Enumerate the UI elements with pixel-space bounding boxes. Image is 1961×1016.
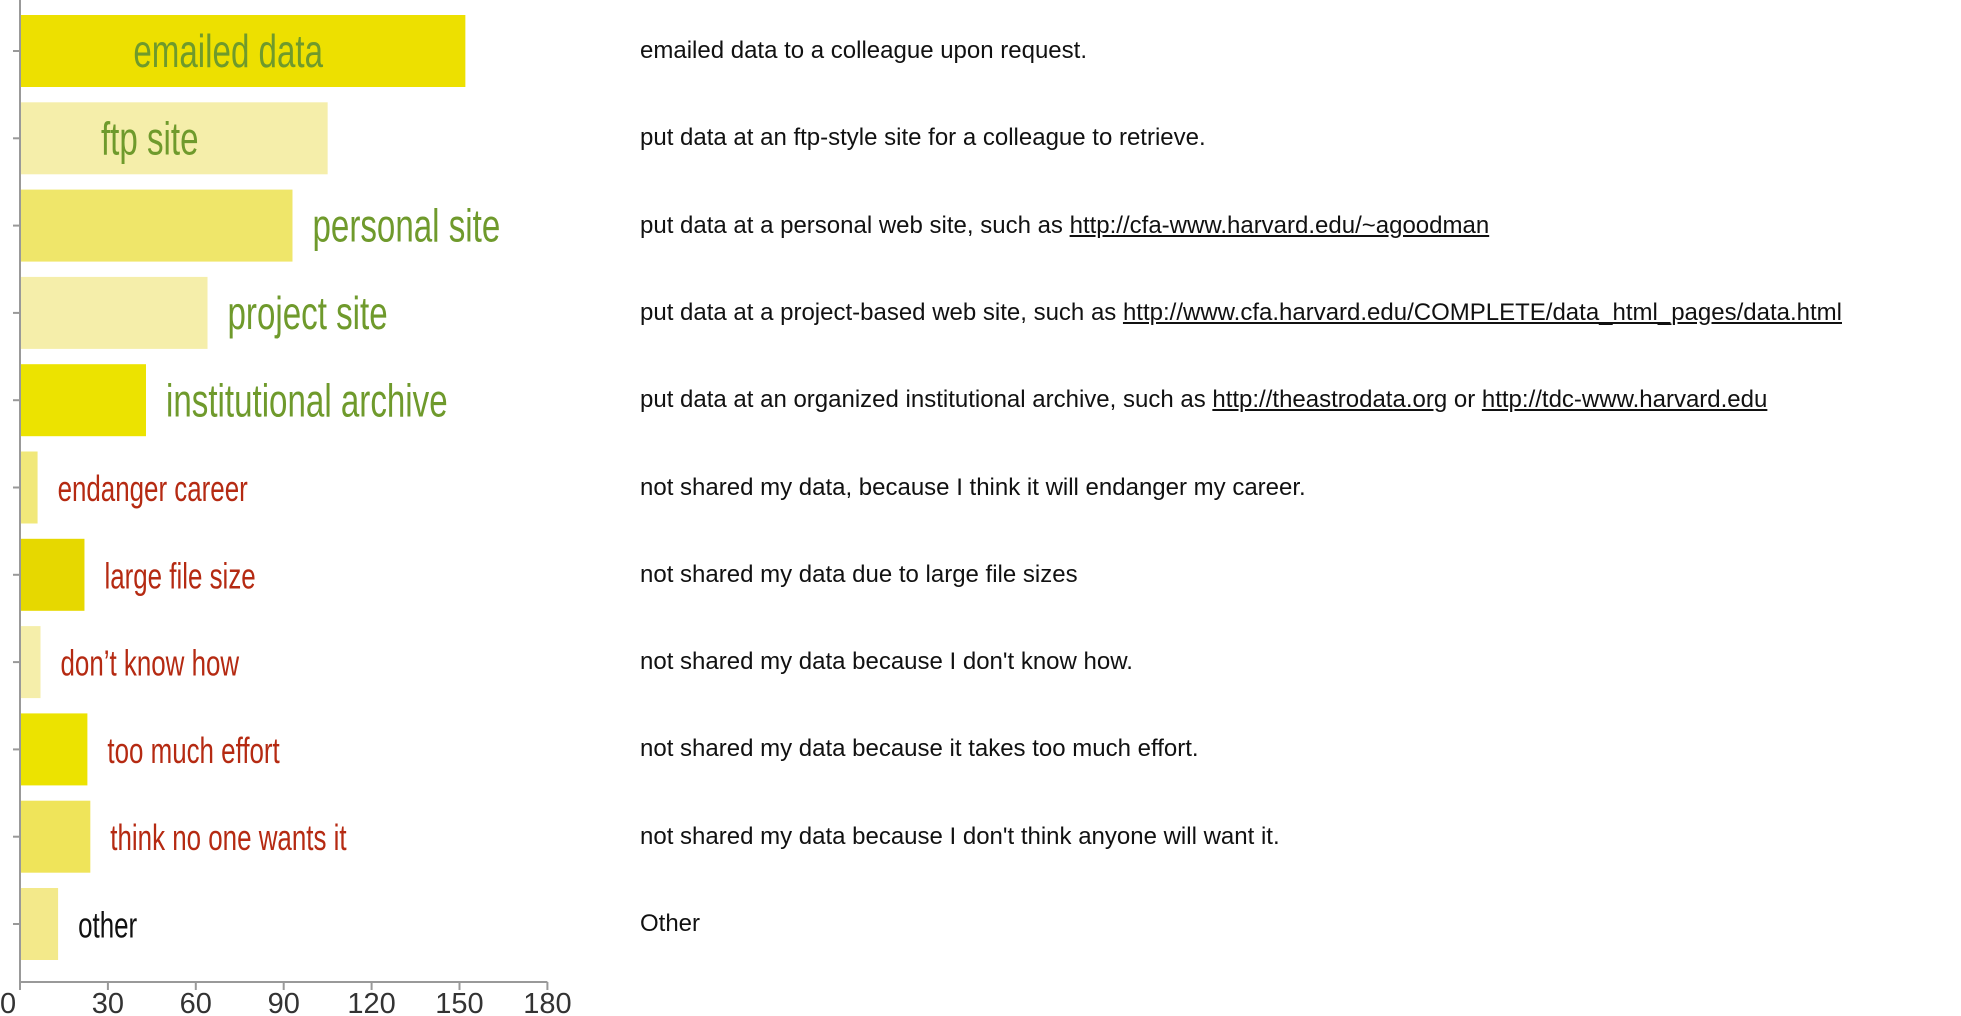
- x-tick-label-3: 90: [268, 988, 300, 1016]
- description-row-6: not shared my data due to large file siz…: [640, 560, 1078, 590]
- bar-5: [20, 451, 38, 524]
- x-tick-label-6: 180: [523, 988, 571, 1016]
- description-text: put data at a personal web site, such as: [640, 211, 1070, 239]
- bar-label-5: endanger career: [58, 469, 248, 509]
- description-text: not shared my data due to large file siz…: [640, 560, 1078, 588]
- description-text: emailed data to a colleague upon request…: [640, 37, 1087, 64]
- description-row-3: put data at a project-based web site, su…: [640, 298, 1842, 328]
- bar-10: [20, 888, 59, 960]
- bar-9: [20, 800, 91, 873]
- bar-label-2: personal site: [312, 202, 500, 252]
- description-row-4: put data at an organized institutional a…: [640, 385, 1767, 415]
- bar-label-7: don’t know how: [61, 643, 240, 683]
- description-row-7: not shared my data because I don't know …: [640, 647, 1133, 677]
- bar-6: [20, 538, 85, 611]
- description-text: not shared my data, because I think it w…: [640, 473, 1306, 501]
- description-row-5: not shared my data, because I think it w…: [640, 473, 1306, 503]
- bar-label-10: other: [78, 905, 137, 945]
- bar-chart: emailed data ftp site personal site project…: [0, 0, 572, 1016]
- bar-label-9: think no one wants it: [110, 818, 346, 858]
- description-row-2: put data at a personal web site, such as…: [640, 211, 1489, 241]
- description-text: not shared my data because it takes too …: [640, 735, 1199, 763]
- x-tick-label-2: 60: [180, 988, 212, 1016]
- description-conjunction: or: [1447, 386, 1482, 414]
- description-row-1: put data at an ftp-style site for a coll…: [640, 123, 1206, 153]
- x-tick-label-1: 30: [92, 988, 124, 1016]
- description-link[interactable]: http://www.cfa.harvard.edu/COMPLETE/data…: [1123, 299, 1842, 326]
- description-text: Other: [640, 910, 701, 937]
- description-text: not shared my data because I don't know …: [640, 648, 1133, 676]
- x-tick-label-4: 120: [347, 988, 395, 1016]
- description-text: put data at an organized institutional a…: [640, 386, 1213, 414]
- bar-2: [20, 189, 293, 262]
- description-row-10: Other: [640, 909, 700, 939]
- bar-4: [20, 364, 146, 437]
- description-text: put data at an ftp-style site for a coll…: [640, 124, 1206, 152]
- bar-label-8: too much effort: [107, 731, 280, 771]
- description-text: not shared my data because I don't think…: [640, 822, 1280, 850]
- bar-label-6: large file size: [104, 556, 255, 596]
- tick-labels-layer: 0 30 60 90 120 150 180: [0, 988, 572, 1016]
- x-tick-label-5: 150: [435, 988, 483, 1016]
- bar-label-4: institutional archive: [166, 376, 448, 426]
- description-row-8: not shared my data because it takes too …: [640, 734, 1199, 764]
- description-link-secondary[interactable]: http://tdc-www.harvard.edu: [1482, 386, 1767, 413]
- bar-label-0: emailed data: [133, 27, 323, 77]
- description-text: put data at a project-based web site, su…: [640, 298, 1123, 326]
- description-link[interactable]: http://theastrodata.org: [1212, 386, 1447, 413]
- description-row-9: not shared my data because I don't think…: [640, 822, 1280, 852]
- x-tick-label-0: 0: [0, 988, 16, 1016]
- bar-8: [20, 713, 88, 786]
- bar-7: [20, 626, 41, 699]
- bar-label-1: ftp site: [101, 114, 199, 164]
- description-link[interactable]: http://cfa-www.harvard.edu/~agoodman: [1070, 212, 1490, 239]
- descriptions-column: emailed data to a colleague upon request…: [640, 0, 1955, 1016]
- bar-label-3: project site: [228, 289, 388, 339]
- description-row-0: emailed data to a colleague upon request…: [640, 36, 1087, 66]
- bar-3: [20, 276, 208, 349]
